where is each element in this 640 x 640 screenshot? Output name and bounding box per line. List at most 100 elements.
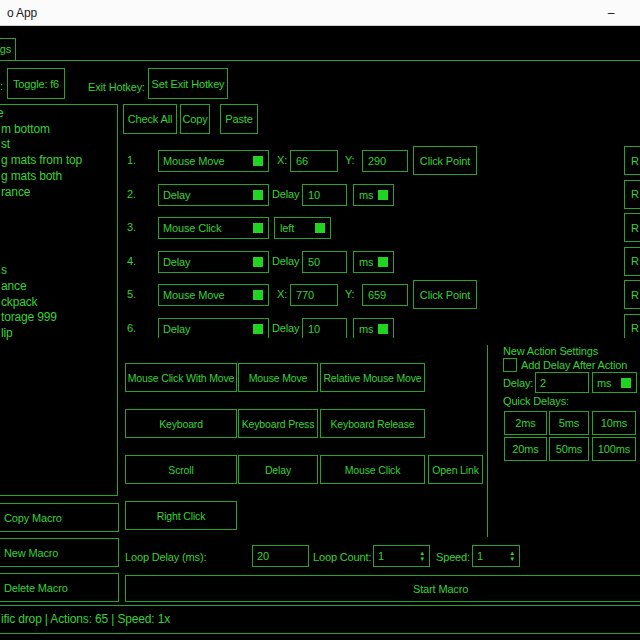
delay-unit-dropdown[interactable]: ms	[353, 318, 394, 338]
tab-settings[interactable]: gs	[0, 38, 16, 61]
dropdown-square-icon	[253, 156, 263, 166]
x-input[interactable]: 770	[290, 284, 338, 306]
delay-input[interactable]: 50	[302, 251, 347, 273]
remove-button[interactable]: R	[624, 213, 640, 242]
x-label: X:	[277, 288, 287, 300]
tab-strip-divider	[0, 60, 640, 61]
quick-delay-button[interactable]: 20ms	[504, 437, 547, 461]
toggle-hotkey-label-fragment: :	[0, 80, 3, 92]
dropdown-square-icon	[253, 223, 263, 233]
add-action-button[interactable]: Right Click	[125, 501, 237, 530]
click-point-button[interactable]: Click Point	[413, 146, 477, 175]
new-macro-button[interactable]: New Macro	[0, 538, 119, 567]
quick-delay-button[interactable]: 10ms	[592, 411, 636, 435]
dropdown-square-icon	[253, 324, 263, 334]
action-type-dropdown[interactable]: Delay	[158, 184, 269, 206]
delay-label: Delay	[272, 255, 299, 267]
y-input[interactable]: 290	[362, 150, 408, 172]
delay-label: Delay	[272, 322, 299, 334]
mouse-button-dropdown[interactable]: left	[274, 217, 331, 239]
new-delay-label: Delay:	[503, 377, 533, 389]
new-delay-unit-dropdown[interactable]: ms	[592, 372, 637, 393]
add-action-button[interactable]: Delay	[238, 455, 318, 484]
status-bar: ific drop | Actions: 65 | Speed: 1x	[0, 605, 640, 634]
add-action-button[interactable]: Mouse Move	[238, 363, 318, 392]
spinner-arrows-icon[interactable]: ▲▼	[419, 548, 425, 564]
action-row-number: 3.	[127, 221, 136, 233]
quick-delay-button[interactable]: 50ms	[549, 437, 589, 461]
start-macro-button[interactable]: Start Macro	[125, 575, 640, 602]
macro-list-item[interactable]: e	[0, 106, 117, 122]
action-row-number: 5.	[127, 288, 136, 300]
dropdown-square-icon	[378, 324, 388, 334]
dropdown-square-icon	[378, 257, 388, 267]
window-title: o App	[7, 6, 37, 20]
macro-list-item[interactable]: m bottom	[0, 122, 117, 138]
tab-label: gs	[0, 43, 11, 55]
add-action-button[interactable]: Relative Mouse Move	[320, 363, 425, 392]
copy-button[interactable]: Copy	[180, 104, 210, 134]
remove-button[interactable]: R	[624, 146, 640, 175]
delay-label: Delay	[272, 188, 299, 200]
remove-button[interactable]: R	[624, 280, 640, 309]
action-row-number: 1.	[127, 154, 136, 166]
add-action-button[interactable]: Scroll	[125, 455, 237, 484]
action-type-dropdown[interactable]: Delay	[158, 318, 269, 338]
action-type-dropdown[interactable]: Mouse Move	[158, 284, 269, 306]
loop-delay-input[interactable]: 20	[252, 545, 309, 567]
y-label: Y:	[345, 154, 355, 166]
add-action-button[interactable]: Mouse Click With Move	[125, 363, 237, 392]
delay-input[interactable]: 10	[302, 318, 347, 338]
exit-hotkey-label: Exit Hotkey:	[88, 81, 145, 93]
minimize-button[interactable]: –	[596, 0, 626, 26]
action-row-number: 2.	[127, 188, 136, 200]
loop-count-spinner[interactable]: 1 ▲▼	[373, 545, 430, 567]
x-label: X:	[277, 154, 287, 166]
titlebar: o App –	[0, 0, 640, 26]
dropdown-square-icon	[378, 190, 388, 200]
add-action-button[interactable]: Keyboard	[125, 409, 237, 438]
copy-macro-button[interactable]: Copy Macro	[0, 503, 119, 532]
settings-divider	[487, 345, 488, 537]
new-action-settings-title: New Action Settings	[503, 345, 598, 357]
y-input[interactable]: 659	[362, 284, 408, 306]
action-type-dropdown[interactable]: Delay	[158, 251, 269, 273]
quick-delay-button[interactable]: 100ms	[592, 437, 636, 461]
quick-delays-label: Quick Delays:	[503, 395, 569, 407]
add-action-button[interactable]: Open Link	[428, 455, 483, 484]
add-action-button[interactable]: Mouse Click	[320, 455, 425, 484]
delay-input[interactable]: 10	[302, 184, 347, 206]
paste-button[interactable]: Paste	[220, 104, 258, 134]
action-type-dropdown[interactable]: Mouse Move	[158, 150, 269, 172]
remove-button[interactable]: R	[624, 314, 640, 338]
dropdown-square-icon	[253, 190, 263, 200]
check-all-button[interactable]: Check All	[123, 104, 177, 134]
dropdown-square-icon	[315, 223, 325, 233]
quick-delay-button[interactable]: 2ms	[504, 411, 547, 435]
x-input[interactable]: 66	[290, 150, 338, 172]
add-action-button[interactable]: Keyboard Press	[238, 409, 318, 438]
remove-button[interactable]: R	[624, 180, 640, 209]
speed-label: Speed:	[436, 551, 470, 563]
action-type-dropdown[interactable]: Mouse Click	[158, 217, 269, 239]
add-delay-checkbox[interactable]	[503, 358, 517, 372]
add-action-button[interactable]: Keyboard Release	[320, 409, 425, 438]
y-label: Y:	[345, 288, 355, 300]
new-delay-input[interactable]: 2	[535, 372, 589, 393]
action-rows-area: 1.Mouse MoveX:66Y:290Click PointR2.Delay…	[0, 140, 640, 338]
quick-delay-button[interactable]: 5ms	[549, 411, 589, 435]
toggle-hotkey-button[interactable]: Toggle: f6	[7, 68, 65, 99]
dropdown-square-icon	[621, 378, 631, 388]
dropdown-square-icon	[253, 257, 263, 267]
remove-button[interactable]: R	[624, 247, 640, 276]
set-exit-hotkey-button[interactable]: Set Exit Hotkey	[148, 68, 228, 99]
delay-unit-dropdown[interactable]: ms	[353, 251, 394, 273]
status-text: ific drop | Actions: 65 | Speed: 1x	[1, 612, 170, 626]
loop-delay-label: Loop Delay (ms):	[125, 551, 206, 563]
speed-spinner[interactable]: 1 ▲▼	[472, 545, 520, 567]
action-row-number: 6.	[127, 322, 136, 334]
click-point-button[interactable]: Click Point	[413, 280, 477, 309]
delay-unit-dropdown[interactable]: ms	[353, 184, 394, 206]
delete-macro-button[interactable]: Delete Macro	[0, 573, 119, 602]
spinner-arrows-icon[interactable]: ▲▼	[509, 548, 515, 564]
